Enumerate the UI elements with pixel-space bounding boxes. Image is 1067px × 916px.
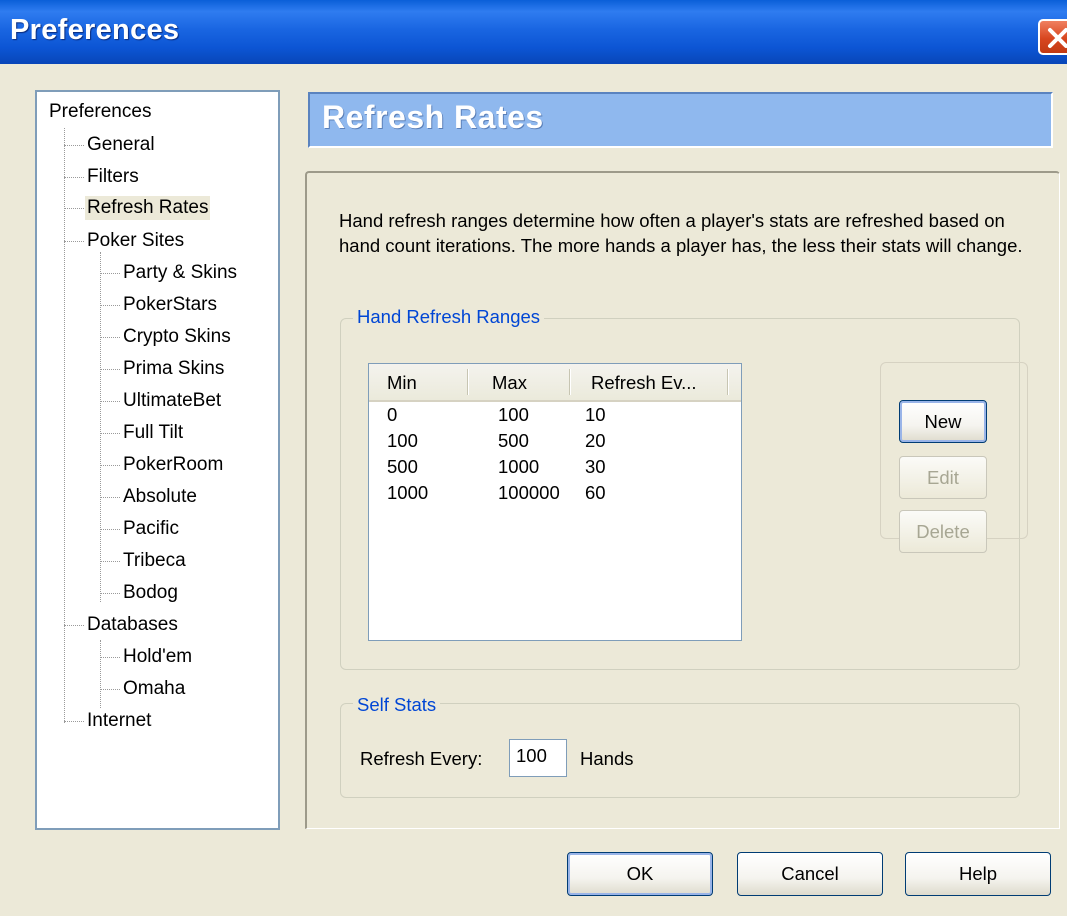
tree-connector: [64, 177, 84, 178]
table-cell[interactable]: 100000: [498, 482, 560, 504]
tree-connector: [100, 337, 120, 338]
column-header-min[interactable]: Min: [387, 372, 417, 394]
description-text: Hand refresh ranges determine how often …: [339, 210, 1023, 256]
tree-connector: [100, 561, 120, 562]
tree-item-internet[interactable]: Internet: [87, 709, 151, 733]
tree-connector: [64, 145, 84, 146]
preferences-window: Preferences Preferences General Filters …: [0, 0, 1067, 916]
tree-connector: [100, 273, 120, 274]
table-cell[interactable]: 0: [387, 404, 397, 426]
tree-item-databases[interactable]: Databases: [87, 613, 178, 637]
window-title: Preferences: [10, 14, 180, 46]
tree-connector: [64, 721, 84, 722]
hand-refresh-ranges-label: Hand Refresh Ranges: [353, 306, 545, 328]
delete-button[interactable]: Delete: [899, 510, 987, 553]
tree-item-party-skins[interactable]: Party & Skins: [123, 261, 237, 285]
table-cell[interactable]: 10: [585, 404, 606, 426]
tree-item-general[interactable]: General: [87, 133, 155, 157]
tree-item-refresh-rates[interactable]: Refresh Rates: [85, 196, 211, 220]
close-button[interactable]: [1038, 19, 1067, 55]
tree-item-pokerroom[interactable]: PokerRoom: [123, 453, 223, 477]
column-divider[interactable]: [727, 369, 728, 395]
tree-item-pacific[interactable]: Pacific: [123, 517, 179, 541]
tree-item-bodog[interactable]: Bodog: [123, 581, 178, 605]
tree-connector: [64, 208, 84, 209]
tree-connector: [100, 465, 120, 466]
tree-item-filters[interactable]: Filters: [87, 165, 139, 189]
table-cell[interactable]: 20: [585, 430, 606, 452]
tree-connector: [100, 529, 120, 530]
tree-item-full-tilt[interactable]: Full Tilt: [123, 421, 183, 445]
section-title: Refresh Rates: [322, 99, 544, 135]
tree-connector: [100, 497, 120, 498]
title-bar[interactable]: Preferences: [0, 0, 1067, 64]
tree-connector: [100, 433, 120, 434]
tree-connector: [100, 401, 120, 402]
hands-unit-label: Hands: [580, 748, 634, 769]
ok-button[interactable]: OK: [567, 852, 713, 896]
tree-connector: [64, 128, 65, 723]
list-header: Min Max Refresh Ev...: [369, 364, 741, 402]
tree-item-pokerstars[interactable]: PokerStars: [123, 293, 217, 317]
table-cell[interactable]: 60: [585, 482, 606, 504]
close-icon: [1048, 28, 1067, 48]
tree-item-absolute[interactable]: Absolute: [123, 485, 197, 509]
tree-connector: [64, 241, 84, 242]
table-cell[interactable]: 30: [585, 456, 606, 478]
tree-connector: [64, 625, 84, 626]
tree-connector: [100, 640, 101, 708]
table-cell[interactable]: 100: [387, 430, 418, 452]
table-cell[interactable]: 100: [498, 404, 529, 426]
tree-item-crypto-skins[interactable]: Crypto Skins: [123, 325, 231, 349]
help-button[interactable]: Help: [905, 852, 1051, 896]
tree-connector: [100, 369, 120, 370]
hand-refresh-ranges-list[interactable]: Min Max Refresh Ev... 0 100 10 100 500 2…: [368, 363, 742, 641]
tree-connector: [100, 305, 120, 306]
column-divider[interactable]: [569, 369, 570, 395]
tree-connector: [100, 593, 120, 594]
tree-item-omaha[interactable]: Omaha: [123, 677, 185, 701]
tree-item-ultimatebet[interactable]: UltimateBet: [123, 389, 221, 413]
column-header-refresh-every[interactable]: Refresh Ev...: [591, 372, 697, 394]
tree-item-tribeca[interactable]: Tribeca: [123, 549, 186, 573]
cancel-button[interactable]: Cancel: [737, 852, 883, 896]
refresh-every-label: Refresh Every:: [360, 748, 483, 769]
refresh-every-input[interactable]: 100: [509, 739, 567, 777]
column-header-max[interactable]: Max: [492, 372, 527, 394]
tree-root-preferences[interactable]: Preferences: [49, 100, 151, 124]
preferences-tree[interactable]: Preferences General Filters Refresh Rate…: [35, 90, 280, 830]
tree-item-poker-sites[interactable]: Poker Sites: [87, 229, 184, 253]
table-cell[interactable]: 500: [387, 456, 418, 478]
tree-connector: [100, 689, 120, 690]
table-cell[interactable]: 1000: [498, 456, 539, 478]
tree-item-prima-skins[interactable]: Prima Skins: [123, 357, 224, 381]
table-cell[interactable]: 1000: [387, 482, 428, 504]
self-stats-label: Self Stats: [353, 694, 441, 716]
tree-connector: [100, 657, 120, 658]
table-cell[interactable]: 500: [498, 430, 529, 452]
tree-item-holdem[interactable]: Hold'em: [123, 645, 192, 669]
column-divider[interactable]: [467, 369, 468, 395]
section-header: Refresh Rates: [308, 92, 1053, 148]
edit-button[interactable]: Edit: [899, 456, 987, 499]
new-button[interactable]: New: [899, 400, 987, 443]
